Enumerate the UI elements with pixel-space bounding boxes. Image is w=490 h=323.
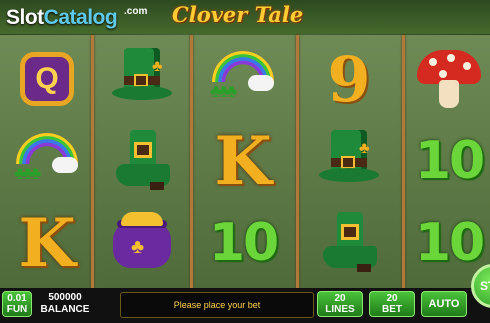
pot-of-gold-icon: ♣ (109, 212, 175, 274)
rainbow-icon: ♣♣♣ (14, 133, 80, 189)
symbol-pot: ♣ (95, 202, 189, 284)
site-logo-suffix: .com (124, 6, 148, 17)
site-logo: SlotCatalog (6, 6, 118, 29)
symbol-10: 10 (208, 213, 279, 273)
leprechaun-hat-icon: ♣ (319, 130, 379, 192)
auto-button[interactable]: AUTO (421, 291, 467, 317)
symbol-9: 9 (327, 42, 371, 116)
rainbow-icon: ♣♣♣ (210, 51, 276, 107)
coin-value-button[interactable]: 0.01 FUN (2, 291, 32, 317)
status-message: Please place your bet (120, 292, 314, 318)
leprechaun-boot-icon (112, 128, 172, 194)
reel-divider (190, 35, 193, 288)
symbol-k: K (214, 122, 272, 200)
q-symbol-icon: Q (20, 52, 74, 106)
symbol-mushroom (408, 38, 490, 120)
game-title: Clover Tale (172, 2, 304, 27)
symbol-boot (302, 202, 396, 284)
lines-button[interactable]: 20 LINES (317, 291, 363, 317)
balance-display: 500000 BALANCE (40, 292, 90, 315)
symbol-rainbow: ♣♣♣ (0, 120, 94, 202)
symbol-boot (95, 120, 189, 202)
symbol-10: 10 (414, 131, 485, 191)
symbol-k: K (18, 204, 76, 282)
symbol-hat: ♣ (302, 120, 396, 202)
game-screen: SlotCatalog .com Clover Tale Q ♣♣♣ K ♣ ♣… (0, 0, 490, 323)
symbol-q: Q (0, 38, 94, 120)
leprechaun-hat-icon: ♣ (112, 48, 172, 110)
reel-divider (296, 35, 299, 288)
bet-button[interactable]: 20 BET (369, 291, 415, 317)
reel-divider (402, 35, 405, 288)
mushroom-icon (417, 46, 481, 112)
symbol-rainbow: ♣♣♣ (196, 38, 290, 120)
symbol-hat: ♣ (95, 38, 189, 120)
leprechaun-boot-icon (319, 210, 379, 276)
